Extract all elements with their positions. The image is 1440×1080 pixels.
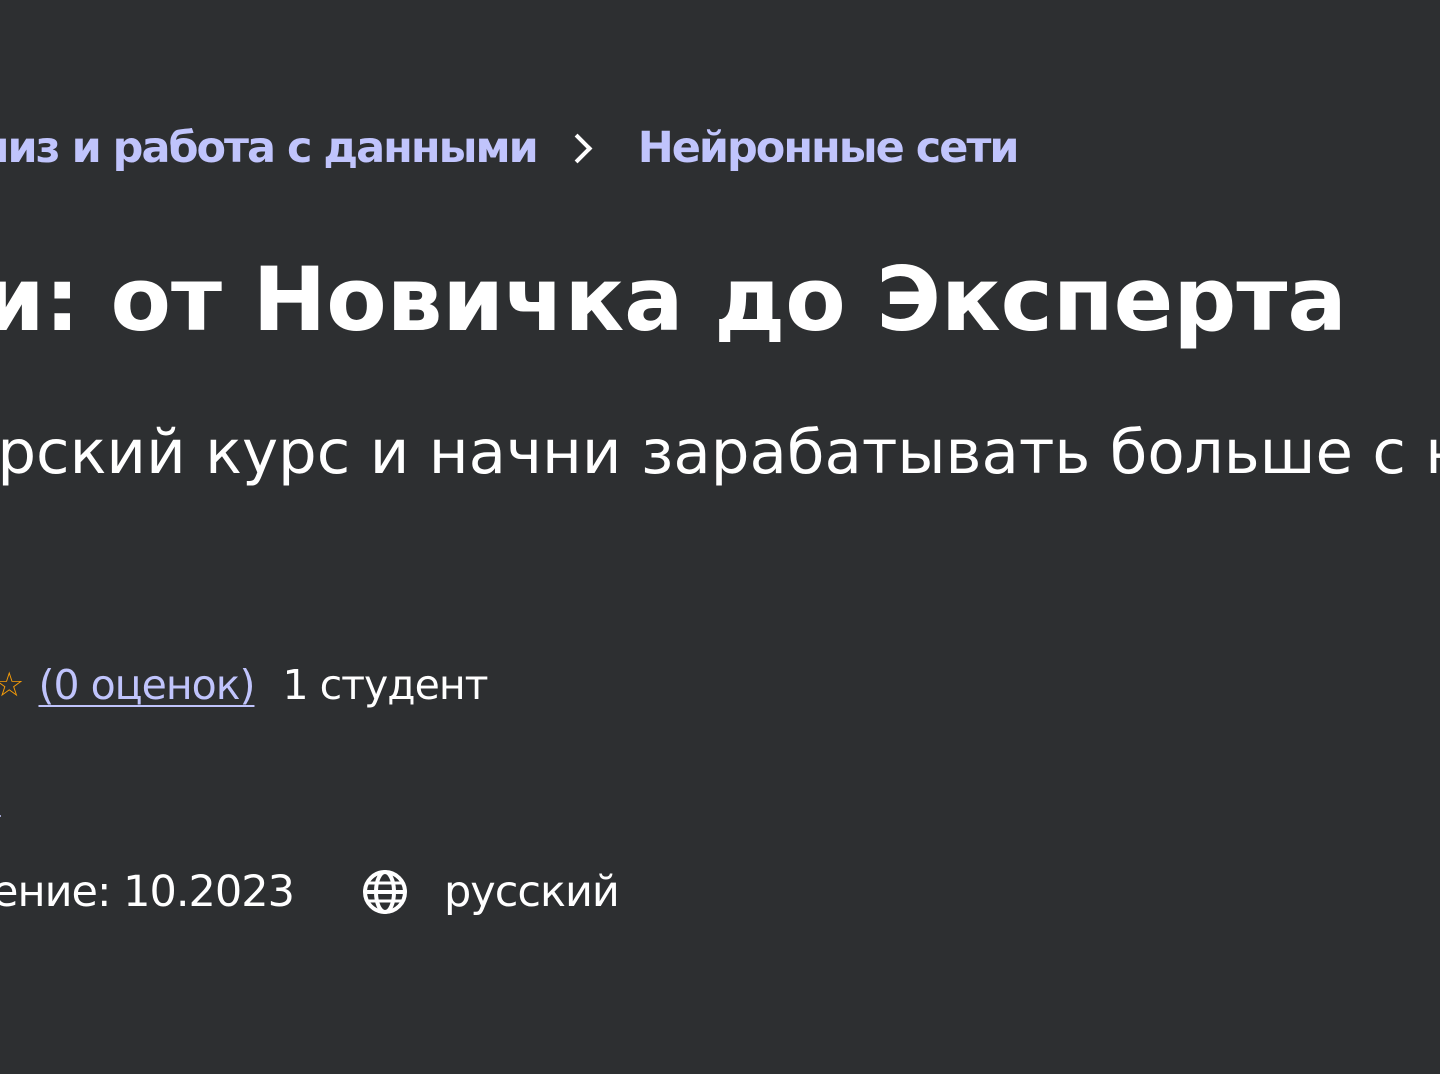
globe-icon	[362, 870, 407, 914]
students-count: 1 студент	[282, 661, 488, 709]
ratings-link[interactable]: (0 оценок)	[38, 661, 255, 709]
chevron-right-icon	[562, 133, 593, 163]
rating-row: ☆ (0 оценок) 1 студент	[0, 655, 489, 715]
meta-row: ение: 10.2023 русский	[0, 860, 620, 924]
page-bottom-edge	[0, 1074, 1440, 1080]
author-row: к	[0, 765, 1, 825]
star-icon: ☆	[0, 665, 25, 705]
breadcrumb-item-data-analysis[interactable]: лиз и работа с данными	[0, 123, 539, 173]
author-link[interactable]: к	[0, 771, 1, 819]
course-language: русский	[443, 867, 620, 917]
course-subtitle: орский курс и начни зарабатывать больше …	[0, 417, 1440, 488]
breadcrumb-item-neural-networks[interactable]: Нейронные сети	[638, 123, 1020, 173]
course-title: ти: от Новичка до Эксперта	[0, 248, 1347, 351]
course-header: лиз и работа с данными Нейронные сети ти…	[0, 0, 1440, 1080]
last-updated: ение: 10.2023	[0, 867, 295, 917]
breadcrumb: лиз и работа с данными Нейронные сети	[0, 118, 1020, 178]
